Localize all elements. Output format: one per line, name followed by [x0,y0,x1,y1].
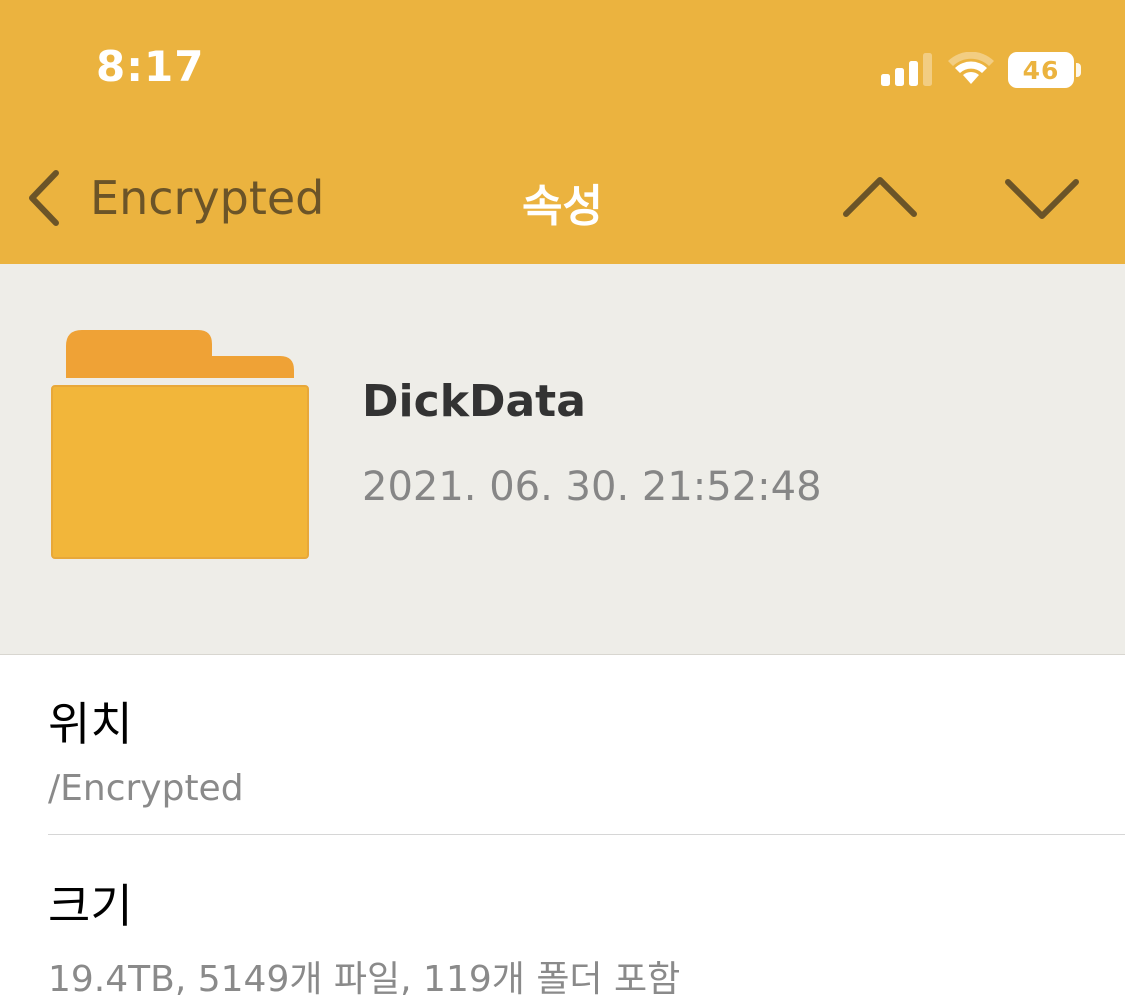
chevron-left-icon [29,170,59,226]
property-location: 위치 /Encrypted [48,688,1125,809]
file-summary: DickData 2021. 06. 30. 21:52:48 [0,264,1125,655]
file-name: DickData [362,376,586,427]
cellular-signal-icon [881,53,932,86]
chevron-up-icon[interactable] [840,168,920,228]
property-value: /Encrypted [48,768,244,809]
property-label: 크기 [48,879,133,933]
folder-icon [51,330,309,559]
back-button[interactable]: Encrypted [20,160,324,236]
navigation-header: 8:17 46 Encrypted 속성 [0,0,1125,264]
back-button-label: Encrypted [90,171,325,225]
property-size: 크기 19.4TB, 5149개 파일, 119개 폴더 포함 [48,870,1125,1002]
property-label: 위치 [48,697,133,751]
chevron-down-icon[interactable] [1002,168,1082,228]
page-title: 속성 [522,181,603,232]
file-date: 2021. 06. 30. 21:52:48 [362,464,822,510]
battery-icon: 46 [1008,52,1074,88]
divider [48,834,1125,835]
battery-level: 46 [1022,55,1060,85]
wifi-icon [948,52,994,84]
status-time: 8:17 [96,42,205,91]
property-value: 19.4TB, 5149개 파일, 119개 폴더 포함 [48,959,681,1000]
battery-nub [1076,63,1081,77]
